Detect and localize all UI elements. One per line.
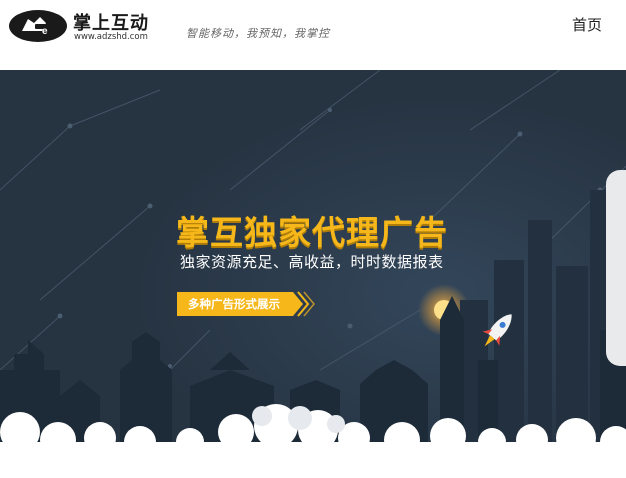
- ad-formats-button-label: 多种广告形式展示: [188, 297, 280, 311]
- ad-formats-button[interactable]: 多种广告形式展示: [177, 290, 317, 318]
- logo-hand-icon[interactable]: e: [8, 9, 68, 43]
- hero-banner[interactable]: 掌互独家代理广告 独家资源充足、高收益，时时数据报表 多种广告形式展示: [0, 70, 626, 478]
- site-header: e 掌上互动 www.adzshd.com 智能移动，我预知，我掌控 首页: [0, 0, 626, 70]
- side-panel-tab[interactable]: [606, 170, 626, 366]
- svg-text:e: e: [42, 26, 48, 37]
- banner-background: [0, 70, 626, 478]
- slogan: 智能移动，我预知，我掌控: [186, 27, 330, 40]
- nav-home-link[interactable]: 首页: [572, 14, 602, 35]
- hero-title: 掌互独家代理广告: [176, 213, 448, 252]
- logo-url: www.adzshd.com: [74, 32, 148, 42]
- hero-subtitle: 独家资源充足、高收益，时时数据报表: [180, 253, 444, 271]
